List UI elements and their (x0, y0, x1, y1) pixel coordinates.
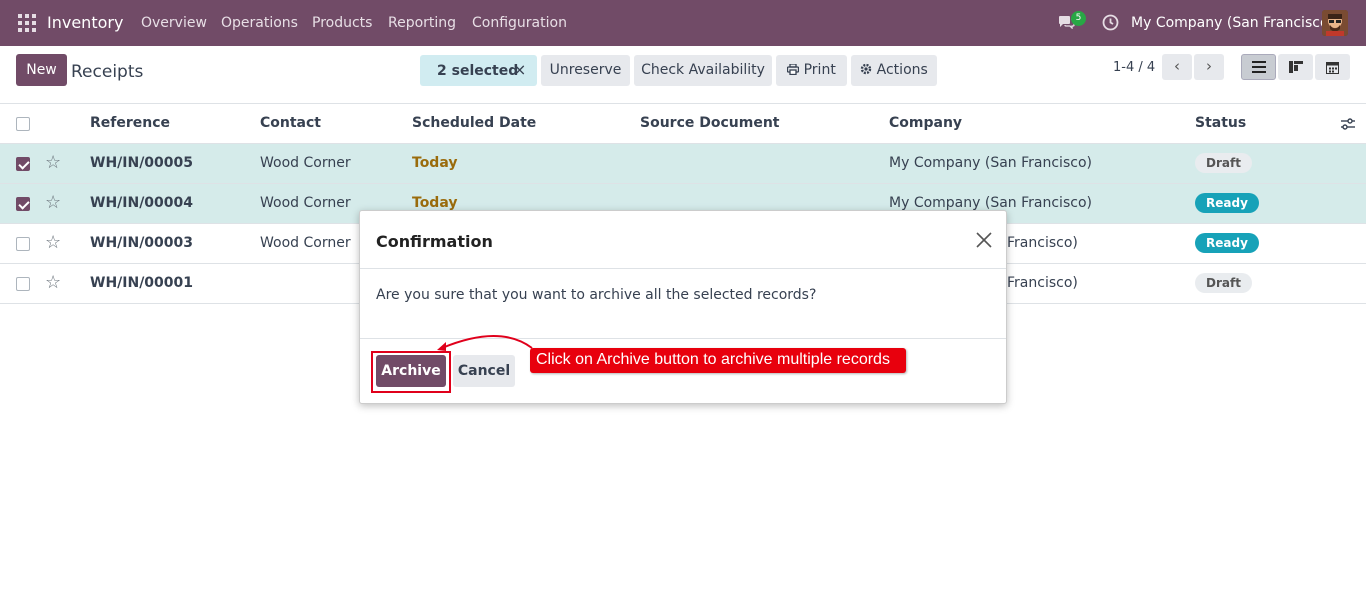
star-icon[interactable]: ☆ (45, 232, 61, 253)
row-reference: WH/IN/00003 (90, 235, 194, 251)
selection-indicator: 2 selected × (420, 55, 537, 86)
row-contact: Wood Corner (260, 155, 351, 171)
status-badge: Ready (1195, 233, 1259, 253)
star-icon[interactable]: ☆ (45, 152, 61, 173)
activity-clock-icon[interactable] (1102, 14, 1119, 31)
row-checkbox[interactable] (16, 157, 30, 171)
instruction-callout: Click on Archive button to archive multi… (530, 348, 906, 373)
column-contact[interactable]: Contact (260, 115, 321, 131)
optional-columns-icon[interactable] (1340, 117, 1356, 131)
company-switcher[interactable]: My Company (San Francisco) (1131, 15, 1334, 31)
row-checkbox[interactable] (16, 197, 30, 211)
column-company[interactable]: Company (889, 115, 962, 131)
calendar-view-icon[interactable] (1315, 54, 1350, 80)
print-icon (787, 63, 800, 76)
star-icon[interactable]: ☆ (45, 192, 61, 213)
menu-reporting[interactable]: Reporting (388, 15, 456, 31)
column-reference[interactable]: Reference (90, 115, 170, 131)
actions-label: Actions (876, 62, 928, 78)
status-badge: Ready (1195, 193, 1259, 213)
row-scheduled-date: Today (412, 155, 458, 171)
print-label: Print (803, 62, 836, 78)
pager-value[interactable]: 1-4 / 4 (1113, 60, 1155, 75)
menu-operations[interactable]: Operations (221, 15, 298, 31)
row-checkbox[interactable] (16, 237, 30, 251)
actions-button[interactable]: Actions (851, 55, 937, 86)
print-button[interactable]: Print (776, 55, 847, 86)
apps-menu-icon[interactable] (18, 14, 36, 32)
row-contact: Wood Corner (260, 235, 351, 251)
column-scheduled-date[interactable]: Scheduled Date (412, 115, 536, 131)
column-source-document[interactable]: Source Document (640, 115, 780, 131)
gear-icon (861, 63, 872, 75)
row-company: Francisco) (1007, 275, 1078, 291)
status-badge: Draft (1195, 153, 1252, 173)
column-status[interactable]: Status (1195, 115, 1246, 131)
row-company: My Company (San Francisco) (889, 195, 1092, 211)
kanban-view-icon[interactable] (1278, 54, 1313, 80)
app-name[interactable]: Inventory (47, 13, 123, 32)
row-scheduled-date: Today (412, 195, 458, 211)
table-header: Reference Contact Scheduled Date Source … (0, 104, 1366, 144)
control-panel: New Receipts 2 selected × Unreserve Chec… (0, 46, 1366, 104)
status-badge: Draft (1195, 273, 1252, 293)
table-row[interactable]: ☆ WH/IN/00005 Wood Corner Today My Compa… (0, 144, 1366, 184)
new-button[interactable]: New (16, 54, 67, 86)
row-contact: Wood Corner (260, 195, 351, 211)
page-title[interactable]: Receipts (71, 62, 143, 82)
menu-overview[interactable]: Overview (141, 15, 207, 31)
close-icon[interactable] (975, 231, 993, 249)
row-reference: WH/IN/00005 (90, 155, 194, 171)
unreserve-button[interactable]: Unreserve (541, 55, 630, 86)
row-company: My Company (San Francisco) (889, 155, 1092, 171)
clear-selection-icon[interactable]: × (513, 60, 526, 79)
star-icon[interactable]: ☆ (45, 272, 61, 293)
confirmation-dialog: Confirmation Are you sure that you want … (359, 210, 1007, 404)
menu-products[interactable]: Products (312, 15, 372, 31)
chat-badge: 5 (1071, 11, 1086, 26)
select-all-checkbox[interactable] (16, 117, 30, 131)
top-navbar: Inventory Overview Operations Products R… (0, 0, 1366, 46)
dialog-message: Are you sure that you want to archive al… (376, 287, 817, 303)
check-availability-button[interactable]: Check Availability (634, 55, 772, 86)
row-reference: WH/IN/00001 (90, 275, 194, 291)
selected-count: 2 selected (437, 63, 519, 79)
row-checkbox[interactable] (16, 277, 30, 291)
pager-previous-icon[interactable]: ‹ (1162, 54, 1192, 80)
row-reference: WH/IN/00004 (90, 195, 194, 211)
list-view-icon[interactable] (1241, 54, 1276, 80)
pager-next-icon[interactable]: › (1194, 54, 1224, 80)
row-company: Francisco) (1007, 235, 1078, 251)
user-avatar[interactable] (1322, 10, 1348, 36)
menu-configuration[interactable]: Configuration (472, 15, 567, 31)
callout-arrow-icon (437, 335, 533, 351)
dialog-header: Confirmation (360, 211, 1006, 269)
dialog-title: Confirmation (376, 232, 493, 251)
